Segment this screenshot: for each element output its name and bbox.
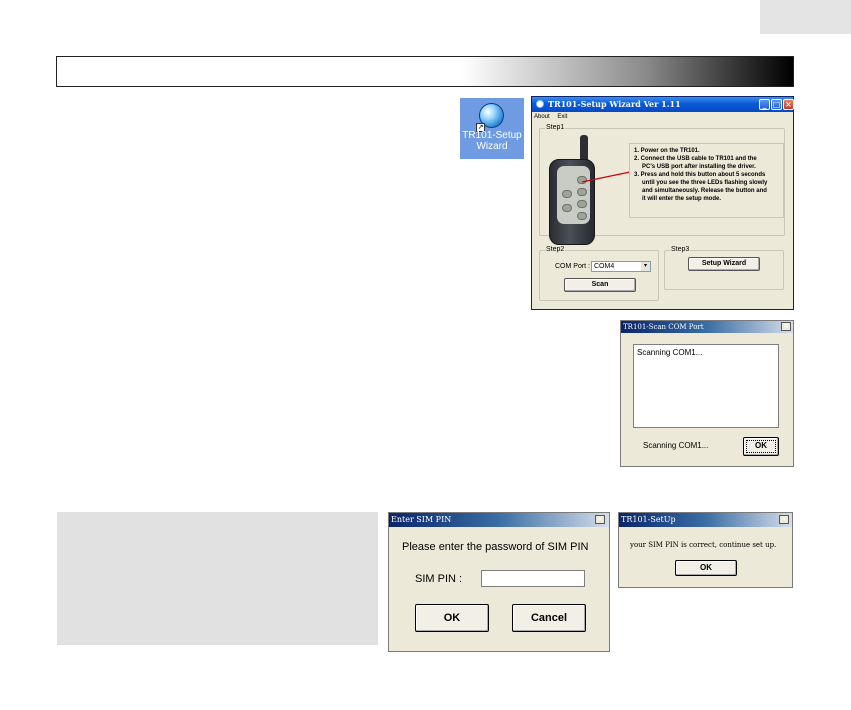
scan-ok-button[interactable]: OK (743, 437, 779, 456)
setup-wizard-titlebar: TR101-Setup Wizard Ver 1.11 _ □ × (532, 97, 794, 112)
step2-group (539, 250, 659, 301)
com-port-label: COM Port : (555, 263, 591, 270)
com-port-value: COM4 (594, 263, 615, 270)
menu-about[interactable]: About (534, 114, 550, 120)
instruction-line: PC's USB port after installing the drive… (642, 164, 756, 170)
com-port-select[interactable]: COM4 ▾ (591, 261, 651, 272)
page-tab (760, 0, 851, 34)
scan-dialog-titlebar: TR101-Scan COM Port × (621, 321, 793, 333)
close-icon[interactable]: × (595, 515, 605, 524)
instruction-line: it will enter the setup mode. (642, 196, 722, 202)
setup-confirm-message: your SIM PIN is correct, continue set up… (630, 541, 777, 549)
app-icon (536, 100, 544, 108)
close-icon[interactable]: × (781, 322, 791, 331)
scan-status-text: Scanning COM1... (643, 441, 709, 450)
step2-label: Step2 (545, 246, 566, 254)
scan-button[interactable]: Scan (564, 278, 636, 292)
close-icon[interactable]: × (779, 515, 789, 524)
setup-wizard-title: TR101-Setup Wizard Ver 1.11 (548, 99, 681, 109)
menu-bar: About Exit (534, 113, 573, 122)
sim-pin-cancel-label: Cancel (530, 612, 568, 624)
lead-line (581, 171, 631, 183)
instruction-line: 2. Connect the USB cable to TR101 and th… (634, 156, 757, 162)
setup-wizard-button-label: Setup Wizard (701, 260, 747, 267)
device-button (562, 190, 572, 198)
section-header-bar (56, 56, 794, 87)
sim-pin-ok-label: OK (443, 612, 461, 624)
device-button (577, 200, 587, 208)
scan-dialog-title: TR101-Scan COM Port (623, 323, 704, 331)
setup-confirm-dialog: TR101-SetUp × your SIM PIN is correct, c… (618, 512, 793, 588)
sim-pin-title: Enter SIM PIN (391, 515, 452, 524)
chevron-down-icon[interactable]: ▾ (641, 262, 650, 271)
instruction-line: 1. Power on the TR101. (634, 148, 700, 154)
setup-confirm-ok-label: OK (700, 563, 712, 572)
scan-results-list[interactable]: Scanning COM1... (633, 344, 779, 428)
instruction-line: until you see the three LEDs flashing sl… (642, 180, 768, 186)
scan-ok-label: OK (755, 441, 767, 450)
setup-confirm-ok-button[interactable]: OK (675, 560, 737, 576)
sim-pin-prompt: Please enter the password of SIM PIN (402, 541, 589, 553)
sim-pin-field-label: SIM PIN : (415, 573, 463, 585)
step1-label: Step1 (545, 124, 566, 132)
device-button (577, 212, 587, 220)
sim-pin-titlebar: Enter SIM PIN × (389, 513, 609, 527)
setup-confirm-titlebar: TR101-SetUp × (619, 513, 792, 527)
device-button (577, 188, 587, 196)
maximize-button[interactable]: □ (771, 99, 782, 110)
setup-wizard-button[interactable]: Setup Wizard (688, 257, 760, 271)
minimize-button[interactable]: _ (759, 99, 770, 110)
setup-confirm-title: TR101-SetUp (621, 515, 676, 524)
sim-pin-dialog: Enter SIM PIN × Please enter the passwor… (388, 512, 610, 652)
sim-pin-cancel-button[interactable]: Cancel (512, 604, 586, 632)
device-button (562, 204, 572, 212)
step3-label: Step3 (670, 246, 691, 254)
step1-instructions: 1. Power on the TR101. 2. Connect the US… (629, 143, 784, 218)
sim-pin-input[interactable] (481, 570, 585, 587)
scan-button-label: Scan (591, 281, 609, 288)
desktop-shortcut[interactable]: ↗ TR101-Setup Wizard (460, 98, 524, 159)
close-button[interactable]: × (783, 99, 794, 110)
instruction-line: and simultaneously. Release the button a… (642, 188, 767, 194)
scan-list-item: Scanning COM1... (637, 348, 703, 357)
sim-pin-ok-button[interactable]: OK (415, 604, 489, 632)
instruction-line: 3. Press and hold this button about 5 se… (634, 172, 766, 178)
note-box (57, 512, 378, 645)
scan-com-port-dialog: TR101-Scan COM Port × Scanning COM1... S… (620, 320, 794, 467)
desktop-shortcut-label: TR101-Setup Wizard (462, 130, 522, 152)
menu-exit[interactable]: Exit (557, 114, 567, 120)
